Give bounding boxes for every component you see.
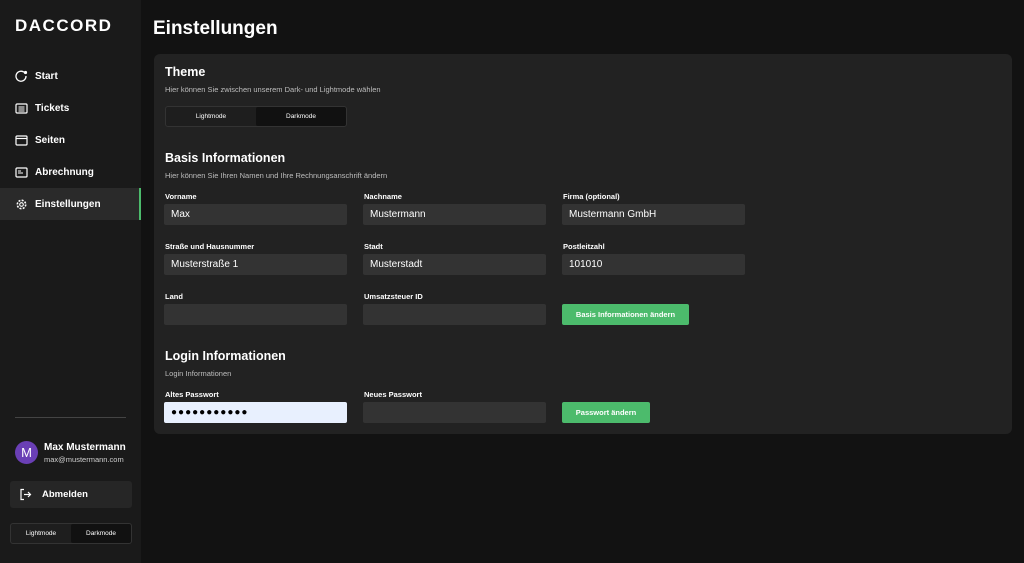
- sidebar-item-seiten[interactable]: Seiten: [0, 124, 141, 156]
- gear-icon: [15, 198, 28, 211]
- basis-save-button[interactable]: Basis Informationen ändern: [562, 304, 689, 325]
- stadt-label: Stadt: [364, 242, 383, 251]
- billing-icon: [15, 166, 28, 179]
- pages-icon: [15, 134, 28, 147]
- sidebar-item-label: Abrechnung: [35, 166, 94, 178]
- nachname-label: Nachname: [364, 192, 402, 201]
- nachname-field[interactable]: [363, 204, 546, 225]
- sidebar-item-tickets[interactable]: Tickets: [0, 92, 141, 124]
- logout-icon: [19, 488, 32, 501]
- sidebar-item-abrechnung[interactable]: Abrechnung: [0, 156, 141, 188]
- theme-description: Hier können Sie zwischen unserem Dark- u…: [165, 85, 381, 94]
- darkmode-option[interactable]: Darkmode: [71, 524, 131, 543]
- theme-heading: Theme: [165, 65, 206, 79]
- sidebar-theme-toggle: Lightmode Darkmode: [10, 523, 132, 544]
- user-email: max@mustermann.com: [44, 455, 124, 464]
- sidebar-divider: [15, 417, 126, 418]
- land-label: Land: [165, 292, 183, 301]
- start-icon: [15, 70, 28, 83]
- page-title: Einstellungen: [153, 18, 278, 39]
- login-heading: Login Informationen: [165, 349, 286, 363]
- vorname-label: Vorname: [165, 192, 197, 201]
- vorname-field[interactable]: [164, 204, 347, 225]
- sidebar-item-label: Start: [35, 70, 58, 82]
- sidebar-item-label: Seiten: [35, 134, 66, 146]
- postleitzahl-label: Postleitzahl: [563, 242, 605, 251]
- darkmode-option[interactable]: Darkmode: [256, 107, 346, 126]
- sidebar-item-start[interactable]: Start: [0, 60, 141, 92]
- logo: DACCORD: [15, 16, 113, 35]
- strasse-field[interactable]: [164, 254, 347, 275]
- umsatzsteuer-field[interactable]: [363, 304, 546, 325]
- old-password-field[interactable]: [164, 402, 347, 423]
- logout-label: Abmelden: [42, 489, 88, 500]
- sidebar: DACCORD Start Tickets Seiten Abrechnung …: [0, 0, 141, 563]
- land-field[interactable]: [164, 304, 347, 325]
- basis-description: Hier können Sie Ihren Namen und Ihre Rec…: [165, 171, 388, 180]
- stadt-field[interactable]: [363, 254, 546, 275]
- umsatzsteuer-label: Umsatzsteuer ID: [364, 292, 423, 301]
- firma-field[interactable]: [562, 204, 745, 225]
- postleitzahl-field[interactable]: [562, 254, 745, 275]
- old-password-label: Altes Passwort: [165, 390, 219, 399]
- sidebar-item-label: Einstellungen: [35, 198, 101, 210]
- basis-heading: Basis Informationen: [165, 151, 286, 165]
- lightmode-option[interactable]: Lightmode: [166, 107, 256, 126]
- avatar[interactable]: M: [15, 441, 38, 464]
- new-password-field[interactable]: [363, 402, 546, 423]
- sidebar-item-label: Tickets: [35, 102, 70, 114]
- login-description: Login Informationen: [165, 369, 232, 378]
- new-password-label: Neues Passwort: [364, 390, 422, 399]
- sidebar-item-einstellungen[interactable]: Einstellungen: [0, 188, 141, 220]
- password-save-button[interactable]: Passwort ändern: [562, 402, 650, 423]
- lightmode-option[interactable]: Lightmode: [11, 524, 71, 543]
- tickets-icon: [15, 102, 28, 115]
- user-name: Max Mustermann: [44, 442, 126, 453]
- firma-label: Firma (optional): [563, 192, 620, 201]
- logout-button[interactable]: Abmelden: [10, 481, 132, 508]
- strasse-label: Straße und Hausnummer: [165, 242, 255, 251]
- theme-toggle: Lightmode Darkmode: [165, 106, 347, 127]
